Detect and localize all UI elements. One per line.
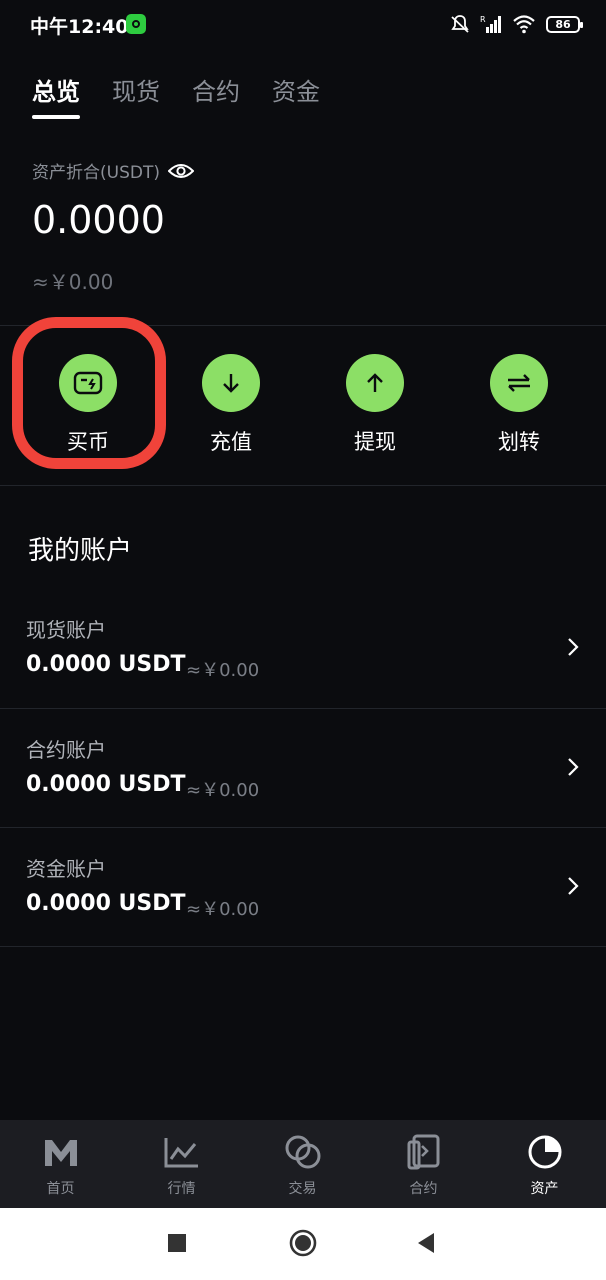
bottom-navigation: 首页 行情 交易 合约 资产 [0,1120,606,1208]
nav-label: 首页 [46,1181,75,1197]
svg-text:R: R [480,15,486,24]
buy-crypto-button[interactable]: 买币 [33,326,143,484]
chevron-right-icon [568,638,579,656]
withdraw-button[interactable]: 提现 [320,326,430,484]
account-name: 现货账户 [26,618,106,642]
asset-total-label-row: 资产折合(USDT) [32,158,194,183]
status-bar: 中午12:40 R 86 [0,0,606,48]
deposit-label: 充值 [210,430,252,454]
asset-total-label: 资产折合(USDT) [32,163,160,183]
account-name: 资金账户 [26,857,106,881]
buy-crypto-label: 买币 [67,430,109,454]
battery-icon: 86 [546,15,583,33]
transfer-button[interactable]: 划转 [464,326,574,484]
signal-icon: R [480,15,501,33]
app-notification-icon [126,14,146,34]
chart-line-icon [164,1138,198,1168]
divider [0,827,606,828]
asset-total-value: 0.0000 [32,198,165,242]
buy-card-icon [59,354,117,412]
asset-tabs: 总览 现货 合约 资金 [32,72,320,119]
divider [0,946,606,947]
system-nav-bar [0,1208,606,1280]
tab-overview[interactable]: 总览 [32,72,80,119]
arrow-up-icon [346,354,404,412]
status-icons: R 86 [450,13,583,35]
nav-assets[interactable]: 资产 [484,1120,605,1208]
account-fiat: ≈￥0.00 [186,660,260,681]
m-logo-icon [44,1140,77,1166]
pie-chart-icon [528,1135,561,1169]
nav-label: 合约 [409,1181,438,1197]
quick-actions: 买币 充值 提现 划转 [0,317,606,484]
account-amount: 0.0000 USDT [26,652,186,677]
account-fiat: ≈￥0.00 [186,780,260,801]
account-amount: 0.0000 USDT [26,772,186,797]
home-circle-icon[interactable] [288,1228,318,1258]
status-time: 中午12:40 [30,16,129,38]
arrow-down-icon [202,354,260,412]
wifi-icon [513,15,535,34]
nav-label: 行情 [167,1181,196,1197]
contract-document-icon [407,1134,439,1170]
nav-trade[interactable]: 交易 [242,1120,363,1208]
withdraw-label: 提现 [354,430,396,454]
nav-home[interactable]: 首页 [0,1120,121,1208]
spot-account-row[interactable]: 现货账户 0.0000 USDT ≈￥0.00 [0,590,606,708]
tab-funds[interactable]: 资金 [272,72,320,119]
asset-total-fiat: ≈￥0.00 [32,270,114,294]
battery-level: 86 [555,17,571,31]
mute-bell-icon [451,15,469,33]
deposit-button[interactable]: 充值 [176,326,286,484]
account-fiat: ≈￥0.00 [186,899,260,920]
nav-label: 交易 [288,1181,317,1197]
exchange-circles-icon [285,1135,320,1169]
contract-account-row[interactable]: 合约账户 0.0000 USDT ≈￥0.00 [0,710,606,828]
recents-square-icon[interactable] [166,1232,188,1254]
nav-contract[interactable]: 合约 [363,1120,484,1208]
nav-label: 资产 [530,1181,559,1197]
my-accounts-title: 我的账户 [28,536,133,566]
back-triangle-icon[interactable] [414,1231,438,1255]
transfer-arrows-icon [490,354,548,412]
transfer-label: 划转 [498,430,540,454]
chevron-right-icon [568,758,579,776]
eye-icon[interactable] [167,162,194,180]
divider [0,708,606,709]
divider [0,485,606,486]
tab-spot[interactable]: 现货 [112,72,160,119]
funding-account-row[interactable]: 资金账户 0.0000 USDT ≈￥0.00 [0,829,606,947]
nav-market[interactable]: 行情 [121,1120,242,1208]
tab-contract[interactable]: 合约 [192,72,240,119]
account-amount: 0.0000 USDT [26,891,186,916]
account-name: 合约账户 [26,738,106,762]
chevron-right-icon [568,877,579,895]
